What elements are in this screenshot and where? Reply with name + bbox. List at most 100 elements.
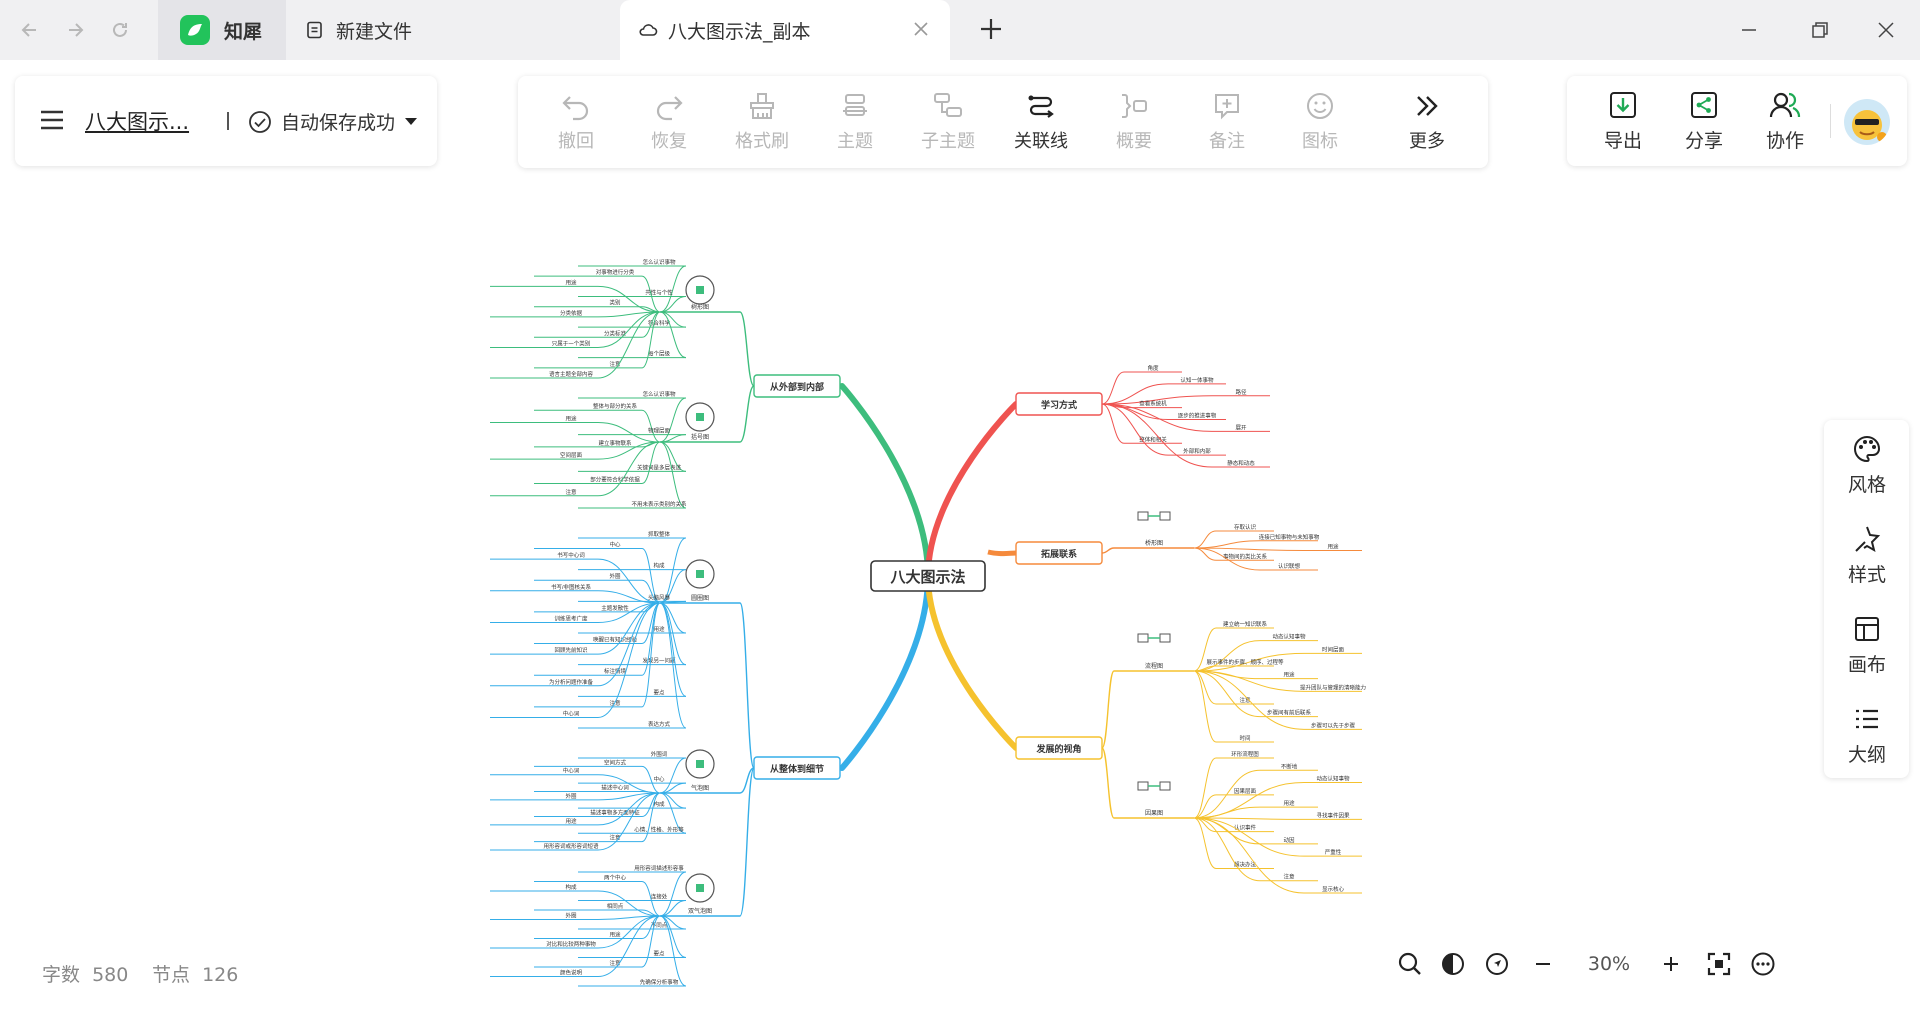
document-title[interactable]: 八大图示...	[85, 106, 189, 136]
forward-icon[interactable]	[63, 18, 87, 42]
connector-line	[1193, 817, 1305, 857]
connector-line	[641, 790, 661, 794]
share-button[interactable]: 分享	[1665, 90, 1743, 153]
tab-active-document[interactable]: 八大图示法_副本	[620, 0, 950, 60]
leaf-node-label: 对事物进行分类	[596, 268, 635, 276]
sub-node-label: 因果图	[1145, 810, 1163, 817]
undo-button[interactable]: 撤回	[536, 76, 616, 168]
avatar[interactable]	[1844, 99, 1890, 145]
minimize-icon[interactable]	[1735, 16, 1763, 44]
fit-screen-icon[interactable]	[1704, 946, 1734, 982]
connector-line	[659, 915, 687, 987]
topic-label: 主题	[837, 131, 873, 152]
style-button[interactable]: 样式	[1828, 524, 1906, 587]
locate-icon[interactable]	[1482, 946, 1512, 982]
diagram-thumb-icon	[685, 402, 715, 432]
zoom-in-icon[interactable]	[1658, 946, 1684, 982]
save-status-label: 自动保存成功	[281, 112, 396, 134]
leaf-node-label: 查看系统机	[1139, 400, 1167, 408]
connector-line	[597, 602, 661, 687]
connector-line	[1193, 757, 1217, 819]
subtopic-button[interactable]: 子主题	[908, 76, 988, 168]
diagram-thumb-icon	[1137, 781, 1149, 791]
tab-new-file[interactable]: 新建文件	[286, 0, 620, 60]
redo-button[interactable]: 恢复	[629, 76, 709, 168]
add-tab-icon[interactable]	[978, 12, 1004, 50]
more-options-icon[interactable]	[1748, 946, 1778, 982]
leaf-node-label: 书写/非图核关系	[551, 583, 592, 591]
sub-node-label: 树形图	[691, 303, 709, 311]
leaf-node-label: 训练思考广度	[554, 614, 588, 622]
note-button[interactable]: 备注	[1187, 76, 1267, 168]
relation-line-button[interactable]: 关联线	[1001, 76, 1081, 168]
theme-toggle-icon[interactable]	[1438, 946, 1468, 982]
document-icon	[307, 21, 322, 39]
check-circle-icon	[249, 110, 271, 133]
branch-node-box	[753, 374, 841, 398]
relation-line-icon	[1028, 95, 1054, 118]
theme-style-button[interactable]: 风格	[1828, 434, 1906, 497]
zoom-out-icon[interactable]	[1530, 946, 1556, 982]
connector-line	[597, 558, 661, 604]
connector-line	[659, 871, 687, 917]
save-status[interactable]: 自动保存成功	[248, 108, 418, 135]
diagram-thumb-icon	[696, 413, 704, 421]
connector-line	[641, 602, 661, 676]
close-window-icon[interactable]	[1872, 16, 1900, 44]
connector-line	[641, 306, 661, 313]
leaf-node-label: 路径	[1235, 388, 1247, 396]
undo-label: 撤回	[558, 131, 594, 152]
connector-line	[597, 602, 661, 655]
zoom-level[interactable]: 30%	[1574, 946, 1644, 982]
connector-line	[597, 441, 661, 497]
reload-icon[interactable]	[108, 18, 132, 42]
summary-button[interactable]: 概要	[1094, 76, 1174, 168]
export-label: 导出	[1603, 130, 1642, 152]
leaf-node-label: 描述事物多方面特征	[590, 809, 640, 817]
canvas-icon	[1855, 617, 1879, 641]
connector-line	[659, 602, 687, 666]
outline-icon	[1856, 709, 1878, 729]
branch-node-box	[1015, 541, 1103, 565]
undo-icon	[562, 96, 589, 121]
leaf-node-label: 事物间的类比关系	[1223, 552, 1268, 560]
export-button[interactable]: 导出	[1584, 90, 1662, 153]
leaf-node-label: 每个层级	[648, 350, 671, 358]
connector-line	[1193, 817, 1305, 894]
connector-line	[641, 915, 661, 939]
menu-icon[interactable]	[39, 109, 65, 131]
leaf-node-label: 时间	[1239, 734, 1250, 742]
leaf-node-label: 中心	[653, 775, 665, 783]
tab-app-home[interactable]: 知犀	[158, 0, 286, 60]
leaf-node-label: 用途	[609, 931, 621, 939]
topic-button[interactable]: 主题	[815, 76, 895, 168]
leaf-node-label: 构成	[653, 800, 665, 808]
word-count-label: 字数	[42, 964, 81, 986]
connector-line	[1193, 794, 1217, 819]
connector-line	[597, 792, 661, 826]
collaborate-button[interactable]: 协作	[1746, 90, 1824, 153]
back-icon[interactable]	[18, 18, 42, 42]
connector-line	[597, 792, 661, 801]
close-tab-icon[interactable]	[910, 18, 932, 40]
more-button[interactable]: 更多	[1387, 76, 1467, 168]
side-panel: 风格 样式 画布 大纲	[1824, 420, 1909, 778]
canvas-button[interactable]: 画布	[1828, 614, 1906, 677]
leaf-node-label: 外圈	[565, 792, 577, 800]
emoji-button[interactable]: 图标	[1280, 76, 1360, 168]
tab-bar: 知犀 新建文件 八大图示法_副本	[0, 0, 1920, 60]
leaf-node-label: 注意	[1283, 873, 1295, 881]
restore-icon[interactable]	[1806, 16, 1834, 44]
connector-line	[659, 434, 687, 443]
connector-line	[597, 915, 661, 920]
search-icon[interactable]	[1396, 946, 1424, 982]
connector-line	[1101, 670, 1115, 749]
document-header-panel: 八大图示... 自动保存成功	[15, 76, 437, 166]
outline-button[interactable]: 大纲	[1828, 704, 1906, 767]
format-brush-button[interactable]: 格式刷	[722, 76, 802, 168]
sub-node-label: 流程图	[1145, 662, 1163, 670]
leaf-node-label: 逐步的推进事物	[1178, 412, 1217, 420]
style-star-icon	[1855, 526, 1881, 553]
branch-node-label: 发展的视角	[1035, 743, 1081, 754]
leaf-node-label: 时间层面	[1322, 645, 1345, 653]
